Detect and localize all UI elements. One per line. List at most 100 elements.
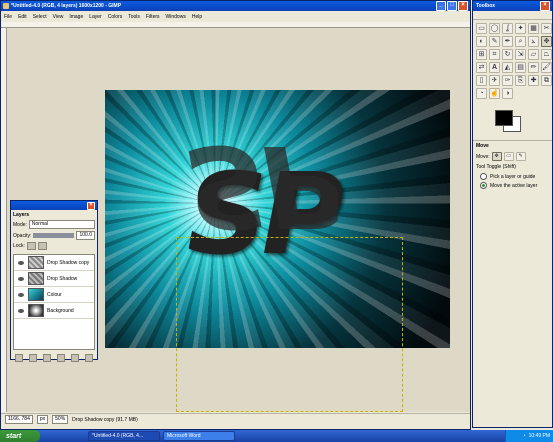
image-window-titlebar[interactable]: *Untitled-4.0 (RGB, 4 layers) 1600x1200 … — [1, 1, 470, 11]
layers-list: Drop Shadow copy Drop Shadow Colour Back… — [13, 254, 95, 350]
lock-label: Lock: — [13, 243, 25, 249]
unit-select[interactable]: px — [36, 415, 49, 424]
pencil-icon[interactable]: ✏ — [528, 62, 539, 73]
start-button[interactable]: start — [0, 430, 40, 442]
toolbox-window: Toolbox × ▭ ◯ ʆ ✦ ▦ ✂ ◐ ✎ ✒ ⌕ ⦛ ✥ ⊞ ⌗ ↻ … — [472, 0, 553, 428]
layer-thumbnail — [28, 288, 44, 301]
scale-icon[interactable]: ⇲ — [515, 49, 526, 60]
color-select-icon[interactable]: ▦ — [528, 23, 539, 34]
text-icon[interactable]: A — [489, 62, 500, 73]
new-layer-icon[interactable] — [15, 354, 23, 362]
bucket-fill-icon[interactable]: ◭ — [502, 62, 513, 73]
lower-layer-icon[interactable] — [43, 354, 51, 362]
menu-bar: File Edit Select View Image Layer Colors… — [1, 12, 470, 21]
layer-row[interactable]: Drop Shadow copy — [14, 255, 94, 271]
gimp-task-label: *Untitled-4.0 (RGB, 4... — [92, 433, 144, 439]
eye-icon[interactable] — [18, 260, 24, 265]
taskbar-gimp-window[interactable]: *Untitled-4.0 (RGB, 4... — [88, 431, 160, 441]
tray-icon[interactable]: ◔ — [523, 433, 526, 439]
menu-image[interactable]: Image — [69, 14, 83, 20]
pick-layer-radio[interactable] — [480, 173, 487, 180]
rotate-icon[interactable]: ↻ — [502, 49, 513, 60]
paths-icon[interactable]: ✎ — [489, 36, 500, 47]
move-icon[interactable]: ✥ — [541, 36, 552, 47]
eye-icon[interactable] — [18, 276, 24, 281]
opacity-slider[interactable] — [33, 233, 75, 238]
duplicate-layer-icon[interactable] — [57, 354, 65, 362]
layer-row[interactable]: Colour — [14, 287, 94, 303]
zoom-select[interactable]: 50% — [52, 415, 69, 424]
menu-windows[interactable]: Windows — [166, 14, 186, 20]
lock-pixels-checkbox[interactable] — [26, 242, 36, 250]
foreground-color-swatch[interactable] — [495, 110, 513, 126]
color-picker-icon[interactable]: ✒ — [502, 36, 513, 47]
word-task-label: Microsoft Word — [167, 433, 201, 439]
layers-dialog-titlebar[interactable]: × — [11, 201, 97, 210]
menu-help[interactable]: Help — [192, 14, 202, 20]
zoom-icon[interactable]: ⌕ — [515, 36, 526, 47]
menu-edit[interactable]: Edit — [18, 14, 27, 20]
convolve-icon[interactable]: ◔ — [476, 88, 487, 99]
crop-icon[interactable]: ⌗ — [489, 49, 500, 60]
pick-layer-label: Pick a layer or guide — [490, 173, 536, 180]
toolbox-close-button[interactable]: × — [540, 1, 550, 11]
move-active-layer-radio[interactable] — [480, 182, 487, 189]
taskbar-word-window[interactable]: Microsoft Word — [163, 431, 235, 441]
menu-view[interactable]: View — [53, 14, 64, 20]
menu-layer[interactable]: Layer — [89, 14, 102, 20]
flip-icon[interactable]: ⇄ — [476, 62, 487, 73]
maximize-button[interactable]: □ — [447, 1, 457, 11]
menu-colors[interactable]: Colors — [108, 14, 122, 20]
pick-layer-option[interactable]: Pick a layer or guide — [480, 173, 549, 180]
move-layer-mode-icon[interactable]: ✥ — [491, 152, 502, 161]
move-path-mode-icon[interactable]: ✎ — [515, 152, 526, 161]
opacity-value[interactable]: 100.0 — [76, 231, 95, 240]
free-select-icon[interactable]: ʆ — [502, 23, 513, 34]
lock-alpha-checkbox[interactable] — [37, 242, 47, 250]
measure-icon[interactable]: ⦛ — [528, 36, 539, 47]
mode-select[interactable]: Normal — [28, 220, 95, 229]
menu-tools[interactable]: Tools — [128, 14, 140, 20]
ink-icon[interactable]: ✑ — [502, 75, 513, 86]
mode-label: Mode: — [13, 221, 27, 228]
rect-select-icon[interactable]: ▭ — [476, 23, 487, 34]
layer-row[interactable]: Background — [14, 303, 94, 319]
layers-close-button[interactable]: × — [87, 201, 95, 210]
anchor-layer-icon[interactable] — [71, 354, 79, 362]
shear-icon[interactable]: ▱ — [528, 49, 539, 60]
move-selection-mode-icon[interactable]: ▭ — [503, 152, 514, 161]
eye-icon[interactable] — [18, 292, 24, 297]
dodge-burn-icon[interactable]: ◑ — [502, 88, 513, 99]
close-button[interactable]: × — [458, 1, 468, 11]
scissors-icon[interactable]: ✂ — [541, 23, 552, 34]
fuzzy-select-icon[interactable]: ✦ — [515, 23, 526, 34]
paintbrush-icon[interactable]: 🖌 — [541, 62, 552, 73]
layers-button-bar — [11, 352, 97, 364]
layers-dialog: × Layers Mode: Normal Opacity: 100.0 Loc… — [10, 200, 98, 362]
toolbox-titlebar[interactable]: Toolbox × — [473, 1, 552, 11]
clone-icon[interactable]: ⎘ — [515, 75, 526, 86]
menu-file[interactable]: File — [4, 14, 12, 20]
layers-tab-label[interactable]: Layers — [11, 210, 97, 218]
foreground-select-icon[interactable]: ◐ — [476, 36, 487, 47]
layer-row[interactable]: Drop Shadow — [14, 271, 94, 287]
align-icon[interactable]: ⊞ — [476, 49, 487, 60]
raise-layer-icon[interactable] — [29, 354, 37, 362]
move-active-layer-option[interactable]: Move the active layer — [480, 182, 549, 189]
minimize-button[interactable]: _ — [436, 1, 446, 11]
smudge-icon[interactable]: ☝ — [489, 88, 500, 99]
delete-layer-icon[interactable] — [85, 354, 93, 362]
layer-name: Drop Shadow copy — [47, 259, 90, 266]
image-window-title: *Untitled-4.0 (RGB, 4 layers) 1600x1200 … — [11, 3, 122, 9]
perspective-clone-icon[interactable]: ⧉ — [541, 75, 552, 86]
eraser-icon[interactable]: ▯ — [476, 75, 487, 86]
heal-icon[interactable]: ✚ — [528, 75, 539, 86]
perspective-icon[interactable]: ⏢ — [541, 49, 552, 60]
ellipse-select-icon[interactable]: ◯ — [489, 23, 500, 34]
airbrush-icon[interactable]: ✈ — [489, 75, 500, 86]
eye-icon[interactable] — [18, 308, 24, 313]
menu-select[interactable]: Select — [33, 14, 47, 20]
menu-filters[interactable]: Filters — [146, 14, 160, 20]
blend-icon[interactable]: ▤ — [515, 62, 526, 73]
clock: 10:49 PM — [528, 433, 550, 439]
